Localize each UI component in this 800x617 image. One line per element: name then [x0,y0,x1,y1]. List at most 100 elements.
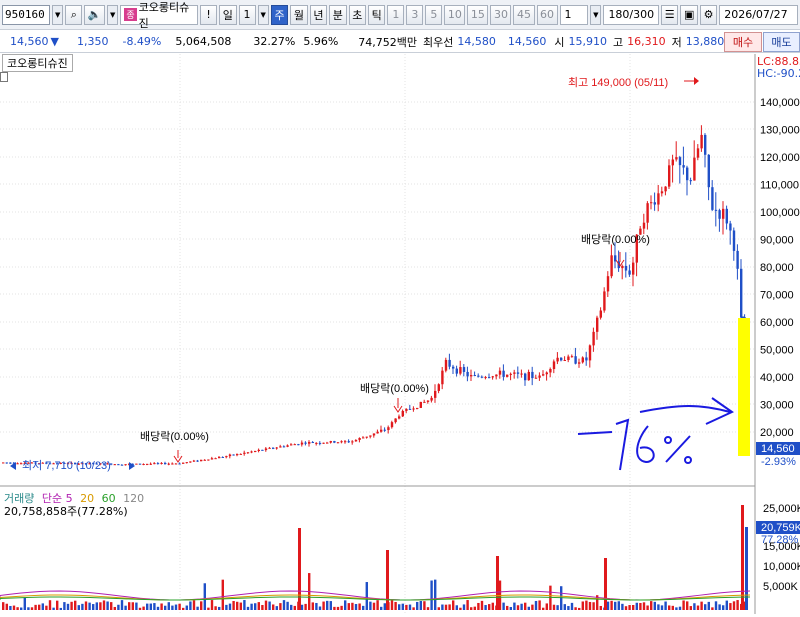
low-price: 13,880 [685,35,725,48]
candle [182,462,185,464]
candle [293,444,296,446]
tab-tick[interactable]: 틱 [367,4,386,25]
volume-bar [419,601,422,610]
interval-5[interactable]: 5 [425,4,443,25]
interval-select[interactable]: 1 [559,4,589,25]
candle [138,463,142,465]
candle [437,384,440,391]
alert-button[interactable]: ! [200,4,218,25]
price-tick-label: 120,000 [760,152,800,164]
interval-60[interactable]: 60 [536,4,558,25]
candle [207,459,210,461]
candle [668,165,671,187]
price-chart[interactable]: 140,000 130,000 120,000 110,000 100,000 90,00… [0,54,800,614]
candle [696,148,700,158]
bar-count[interactable]: 180/300 [603,4,660,25]
volume-bar [437,607,440,610]
volume-bar [5,603,8,610]
volume-bar [210,600,214,610]
candle [218,456,221,459]
candle [700,134,703,149]
candle [398,416,401,419]
volume-bar [200,601,203,610]
chart-area[interactable]: 140,000 130,000 120,000 110,000 100,000 90,00… [0,54,800,614]
interval-10[interactable]: 10 [444,4,466,25]
interval-1[interactable]: 1 [387,4,405,25]
volume-bar [23,597,26,610]
candle [9,462,12,464]
chart-grid-icon[interactable] [0,72,8,82]
candle [5,462,8,464]
volume-bar [88,602,91,610]
candle [380,429,383,432]
volume-bar [196,606,199,610]
period-count[interactable]: 1 [238,4,256,25]
candle [423,401,426,403]
buy-button[interactable]: 매수 [724,32,762,52]
tab-weekly[interactable]: 주 [270,4,289,25]
candle [592,331,595,346]
speaker-icon[interactable]: 🔈 [84,4,106,25]
gear-icon[interactable]: ⚙ [700,4,718,25]
tab-second[interactable]: 초 [348,4,366,25]
candle [725,208,728,224]
volume-bar [293,605,296,610]
interval-30[interactable]: 30 [490,4,512,25]
chart-settings-icon[interactable]: ☰ [661,4,679,25]
volume-bar [394,601,397,610]
search-icon[interactable]: ⌕ [65,4,83,25]
interval-45[interactable]: 45 [513,4,535,25]
interval-3[interactable]: 3 [406,4,424,25]
date-field[interactable]: 2026/07/27 [719,4,799,25]
volume-bar [538,600,541,610]
candle [426,400,430,402]
candle [308,441,311,444]
volume-bar [16,607,19,610]
candle [189,461,192,463]
price-tick-label: 20,000 [760,427,794,439]
volume-bar [617,601,620,610]
candle [268,447,271,449]
chart-title-tag[interactable]: 코오롱티슈진 [2,54,73,72]
interval-15[interactable]: 15 [467,4,489,25]
tab-yearly[interactable]: 년 [309,4,328,25]
volume-bar [376,600,379,610]
interval-dropdown-icon[interactable]: ▼ [590,4,602,25]
candle [484,377,487,379]
high-arrow-icon [694,77,699,85]
candle [405,408,408,411]
volume-bar [610,600,613,610]
volume-bar [272,604,275,610]
volume-bar [606,601,610,610]
candle [531,371,534,379]
tab-minute[interactable]: 분 [329,4,347,25]
volume-bar [344,600,347,610]
volume-bar [74,600,77,610]
candle [243,452,246,454]
candle [333,441,336,443]
speaker-dropdown-icon[interactable]: ▼ [107,4,119,25]
tab-monthly[interactable]: 월 [290,4,308,25]
code-dropdown-icon[interactable]: ▼ [52,4,64,25]
save-icon[interactable]: ▣ [680,4,699,25]
candle [704,134,707,155]
candle [642,222,646,229]
volume-bar [192,600,196,610]
volume-bar [426,607,430,610]
period-dropdown-icon[interactable]: ▼ [257,4,269,25]
volume-bar [30,607,34,610]
volume-bar [182,607,185,610]
volume-bar [542,607,545,610]
stock-name-field[interactable]: 종 코오롱티슈진 [120,1,199,30]
candle [563,360,566,362]
candle [192,460,196,462]
volume-bar [27,607,30,610]
volume-bar [110,602,113,610]
volume-bar [146,603,149,610]
tab-daily[interactable]: 일 [219,4,237,25]
volume-bar [2,602,5,610]
stock-code-input[interactable] [2,4,50,25]
volume-bar [106,601,109,610]
sell-button[interactable]: 매도 [763,32,800,52]
volume-bar [142,606,145,610]
